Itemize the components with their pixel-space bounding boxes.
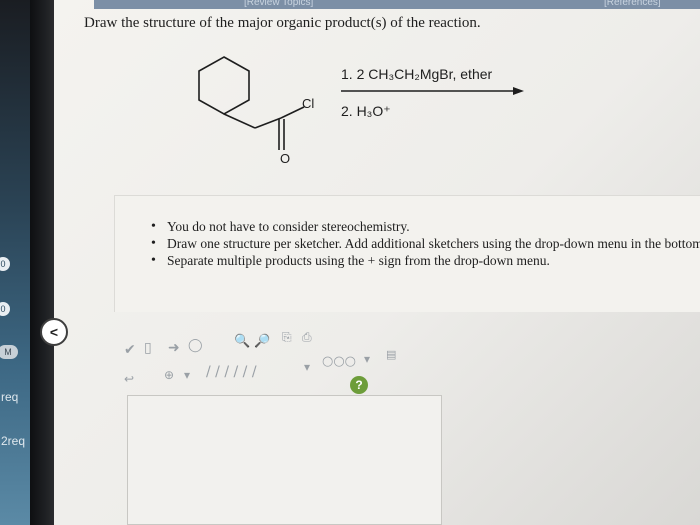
sidebar-badge[interactable]: 0 <box>0 302 10 316</box>
sidebar-label-2req[interactable]: 2req <box>1 434 25 448</box>
reaction-arrow <box>341 87 524 95</box>
help-icon: ? <box>355 378 363 392</box>
chevron-down-icon[interactable]: ▾ <box>364 352 370 366</box>
bond-types-icon[interactable]: ↩ <box>124 372 134 386</box>
monitor-bezel <box>30 0 54 525</box>
zoom-in-icon[interactable]: 🔍 <box>234 334 250 349</box>
reagent-step2: 2. H₃O⁺ <box>341 103 391 119</box>
chevron-left-icon: < <box>49 324 59 340</box>
chlorine-atom-label: Cl <box>302 96 315 111</box>
charge-icon[interactable]: ⊕ <box>164 368 174 382</box>
help-button[interactable]: ? <box>350 376 368 394</box>
paste-icon[interactable]: ⎙ <box>302 330 312 345</box>
question-panel: [Review Topics] [References] Draw the st… <box>40 0 700 525</box>
chevron-down-icon[interactable]: ▾ <box>304 360 310 374</box>
zoom-out-icon[interactable]: 🔎 <box>254 334 270 349</box>
single-bond-icon[interactable]: / / / / / / <box>206 364 257 380</box>
copy-icon[interactable]: ⎘ <box>282 330 292 345</box>
reaction-scheme <box>198 56 524 150</box>
instruction-item: Draw one structure per sketcher. Add add… <box>145 235 700 252</box>
single-bond-icon[interactable]: ➜ <box>168 340 180 356</box>
acyl-chain-bonds <box>223 106 305 150</box>
chevron-down-icon[interactable]: ▾ <box>184 368 190 382</box>
select-icon[interactable]: ✔ <box>124 342 136 358</box>
instructions-box: You do not have to consider stereochemis… <box>114 195 700 312</box>
left-sidebar: 0 0 M req 2req <box>0 0 30 525</box>
instruction-item: Separate multiple products using the + s… <box>145 252 700 269</box>
instruction-item: You do not have to consider stereochemis… <box>145 218 700 235</box>
template-icon[interactable]: ▤ <box>386 348 396 361</box>
collapse-sidebar-button[interactable]: < <box>40 318 68 346</box>
eraser-icon[interactable]: ▯ <box>144 340 152 356</box>
oxygen-atom-label: O <box>280 151 291 166</box>
cyclohexane-ring <box>198 56 250 115</box>
sidebar-badge[interactable]: 0 <box>0 257 10 271</box>
lasso-icon[interactable]: ◯ <box>188 338 203 353</box>
sidebar-badge-m[interactable]: M <box>0 345 18 359</box>
sketcher-toolbar: ✔ ▯ ➜ ◯ 🔍 🔎 ⎘ ⎙ ↩ ⊕ ▾ / / / / / / ▾ ○○○ … <box>124 330 444 390</box>
reagent-step1: 1. 2 CH₃CH₂MgBr, ether <box>341 66 493 82</box>
sketcher-canvas[interactable] <box>127 395 442 525</box>
sidebar-label-req[interactable]: req <box>1 390 18 404</box>
ring-icon[interactable]: ○○○ <box>322 354 356 369</box>
